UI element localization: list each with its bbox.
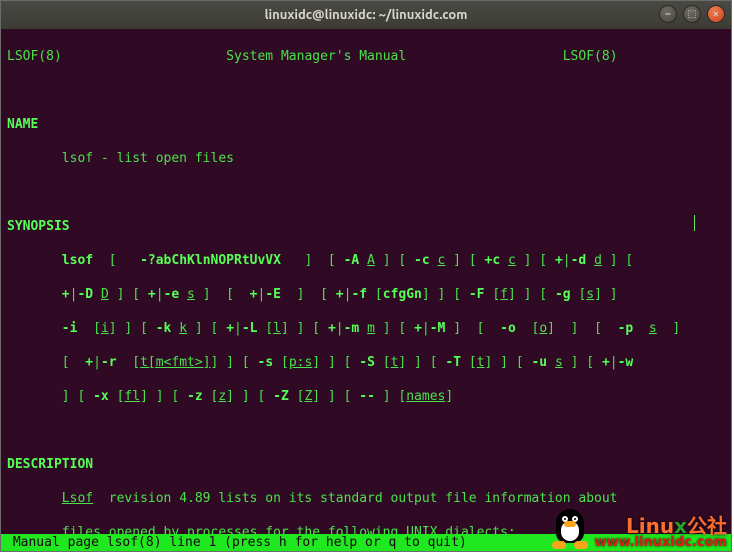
blank-line — [7, 422, 725, 439]
man-status-bar: Manual page lsof(8) line 1 (press h for … — [1, 534, 731, 551]
description-line: Lsof revision 4.89 lists on its standard… — [7, 490, 725, 507]
titlebar: linuxidc@linuxidc: ~/linuxidc.com – ⬚ × — [1, 1, 731, 29]
synopsis-line-4: [ +|-r [t[m<fmt>]] ] [ -s [p:s] ] [ -S [… — [7, 354, 725, 371]
maximize-icon: ⬚ — [687, 9, 696, 19]
window-buttons: – ⬚ × — [659, 5, 725, 23]
synopsis-line-3: -i [i] ] [ -k k ] [ +|-L [l] ] [ +|-m m … — [7, 320, 725, 337]
name-line: lsof - list open files — [7, 150, 725, 167]
section-name-heading: NAME — [7, 116, 725, 133]
man-header-center: System Manager's Manual — [226, 49, 406, 64]
minimize-icon: – — [666, 9, 671, 19]
synopsis-line-1: lsof [ -?abChKlnNOPRtUvVX ] [ -A A ] [ -… — [7, 252, 725, 269]
terminal-viewport[interactable]: LSOF(8) System Manager's Manual LSOF(8) … — [1, 29, 731, 551]
window-title: linuxidc@linuxidc: ~/linuxidc.com — [265, 8, 468, 22]
blank-line — [7, 184, 725, 201]
man-header: LSOF(8) System Manager's Manual LSOF(8) — [7, 48, 725, 65]
section-synopsis-heading: SYNOPSIS — [7, 218, 725, 235]
spacer — [62, 49, 226, 64]
synopsis-line-2: +|-D D ] [ +|-e s ] [ +|-E ] [ +|-f [cfg… — [7, 286, 725, 303]
text-cursor — [694, 215, 695, 231]
synopsis-line-5: ] [ -x [fl] ] [ -z [z] ] [ -Z [Z] ] [ --… — [7, 388, 725, 405]
terminal-window: linuxidc@linuxidc: ~/linuxidc.com – ⬚ × … — [0, 0, 732, 552]
blank-line — [7, 82, 725, 99]
close-icon: × — [713, 9, 719, 19]
maximize-button[interactable]: ⬚ — [683, 5, 701, 23]
section-description-heading: DESCRIPTION — [7, 456, 725, 473]
minimize-button[interactable]: – — [659, 5, 677, 23]
man-header-left: LSOF(8) — [7, 49, 62, 64]
close-button[interactable]: × — [707, 5, 725, 23]
spacer — [406, 49, 563, 64]
man-header-right: LSOF(8) — [563, 49, 618, 64]
